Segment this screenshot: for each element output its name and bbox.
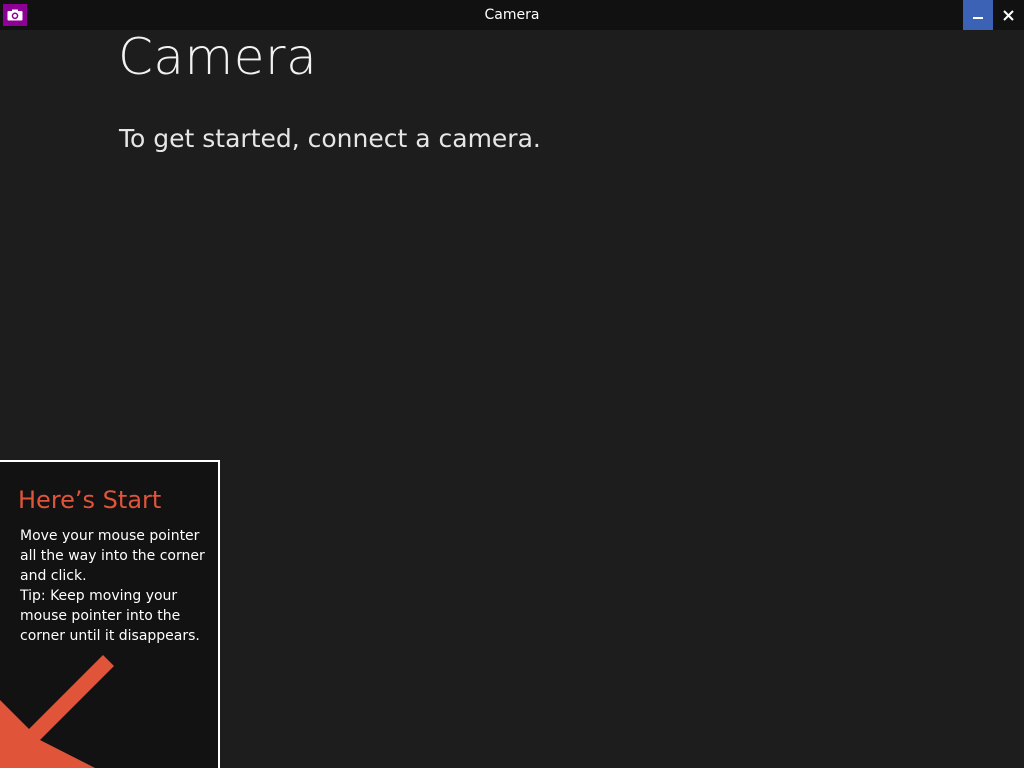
no-camera-message: To get started, connect a camera. — [119, 124, 541, 153]
tip-line: Tip: Keep moving your — [20, 588, 178, 604]
start-tip-panel: Here’s Start Move your mouse pointer all… — [0, 460, 220, 768]
window-title: Camera — [484, 7, 540, 23]
tip-title: Here’s Start — [18, 486, 162, 514]
page-title: Camera — [118, 28, 318, 86]
tip-line: all the way into the corner — [20, 548, 205, 564]
tip-line: mouse pointer into the — [20, 608, 181, 624]
title-bar: Camera — [0, 0, 1024, 30]
close-icon — [1003, 9, 1014, 21]
close-button[interactable] — [993, 0, 1024, 30]
tip-line: corner until it disappears. — [20, 628, 200, 644]
tip-line: Move your mouse pointer — [20, 528, 200, 544]
tip-line: and click. — [20, 568, 87, 584]
minimize-icon — [973, 17, 983, 19]
minimize-button[interactable] — [963, 0, 993, 30]
camera-window: Camera Camera To get started, connect a … — [0, 0, 1024, 768]
arrow-down-left-icon — [0, 655, 114, 768]
tip-body: Move your mouse pointer all the way into… — [20, 526, 210, 646]
